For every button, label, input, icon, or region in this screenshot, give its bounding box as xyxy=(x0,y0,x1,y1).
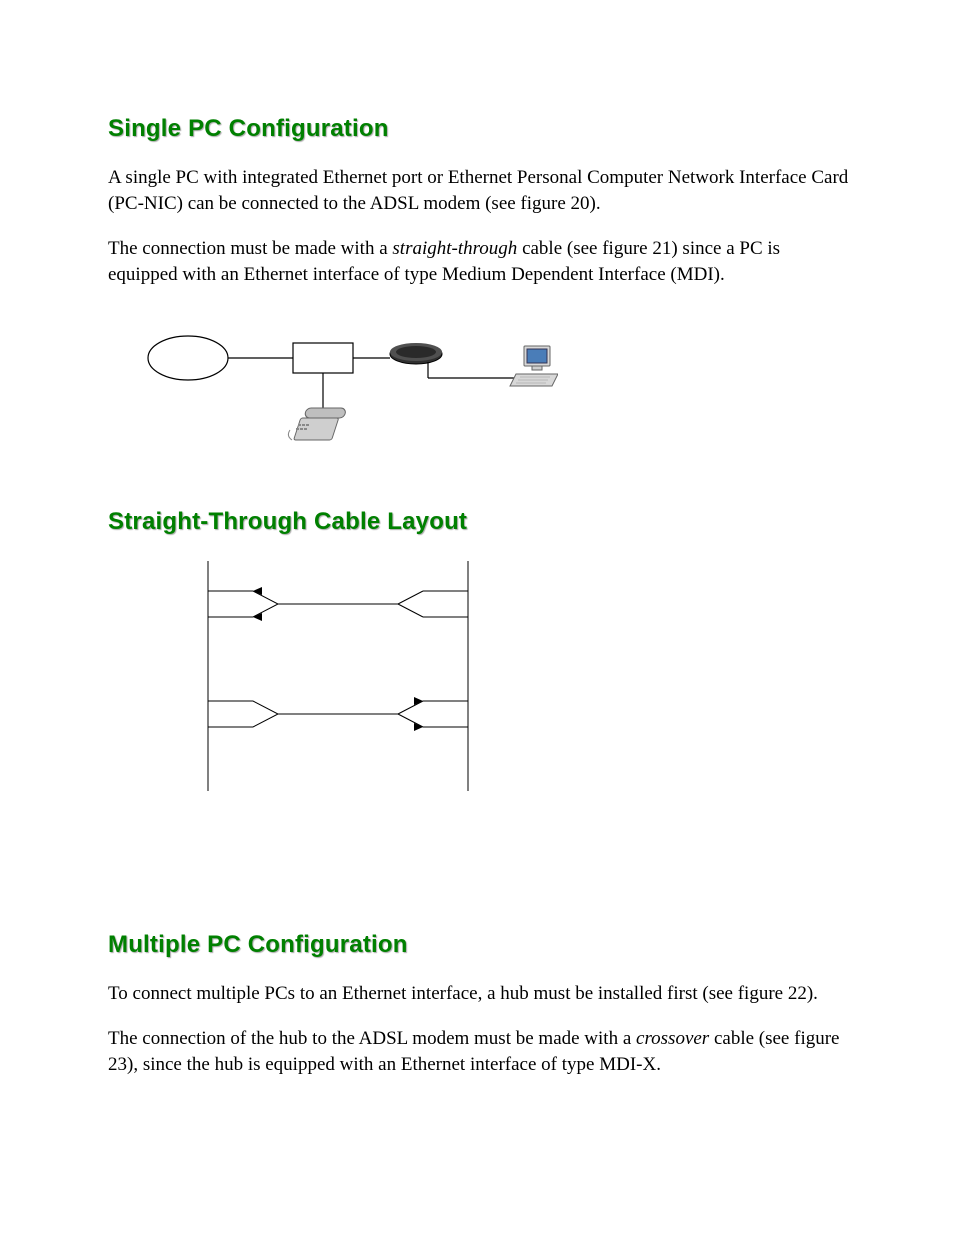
cable-diagram-svg xyxy=(168,561,508,791)
modem-icon xyxy=(390,343,442,364)
text-emphasis: crossover xyxy=(636,1028,709,1049)
paragraph-single-pc-1: A single PC with integrated Ethernet por… xyxy=(108,165,850,216)
computer-icon xyxy=(510,346,558,386)
topology-diagram-svg xyxy=(128,328,558,458)
telephone-icon xyxy=(288,408,346,440)
paragraph-multi-pc-2: The connection of the hub to the ADSL mo… xyxy=(108,1026,850,1077)
heading-single-pc: Single PC Configuration xyxy=(108,115,850,143)
splitter-box-icon xyxy=(293,343,353,373)
text-emphasis: straight-through xyxy=(392,238,517,259)
figure-single-pc-topology xyxy=(128,328,558,458)
page-content: Single PC Configuration A single PC with… xyxy=(0,0,954,1177)
paragraph-multi-pc-1: To connect multiple PCs to an Ethernet i… xyxy=(108,981,850,1007)
text-fragment: The connection of the hub to the ADSL mo… xyxy=(108,1028,636,1049)
heading-cable-layout: Straight-Through Cable Layout xyxy=(108,508,850,536)
paragraph-single-pc-2: The connection must be made with a strai… xyxy=(108,236,850,287)
heading-multiple-pc: Multiple PC Configuration xyxy=(108,931,850,959)
network-cloud-icon xyxy=(148,336,228,380)
text-fragment: The connection must be made with a xyxy=(108,238,392,259)
figure-straight-through-cable xyxy=(168,561,508,791)
